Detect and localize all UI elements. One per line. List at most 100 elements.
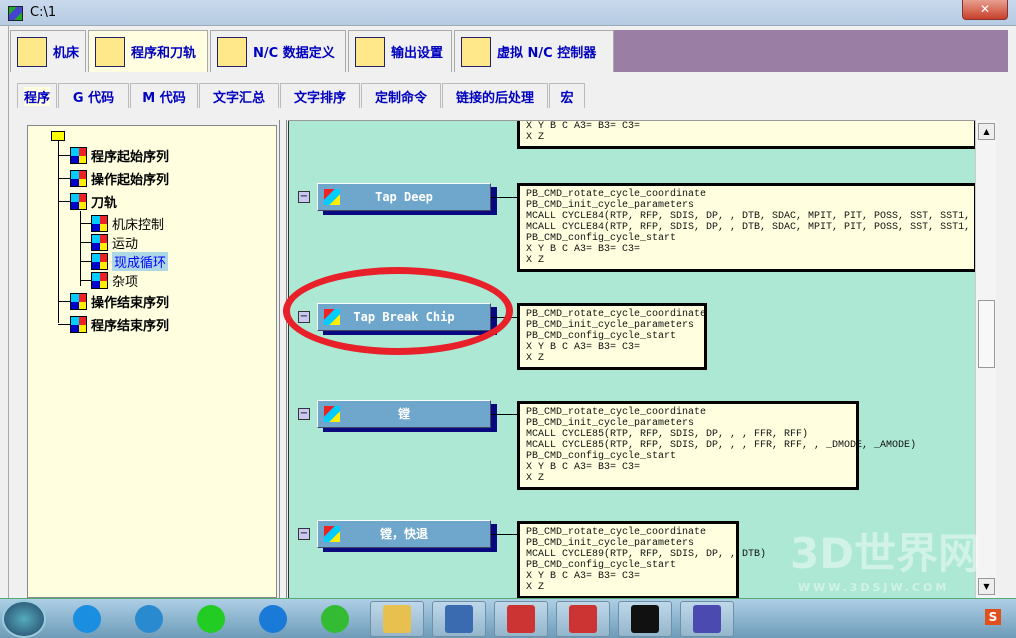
- sequence-cube-icon: [70, 193, 87, 210]
- baidu-cloud-icon: [135, 605, 163, 633]
- blocks-icon: [324, 189, 340, 205]
- subtab-label: 宏: [560, 90, 574, 106]
- ime-icon[interactable]: S: [985, 609, 1001, 625]
- scroll-down-button[interactable]: ▼: [978, 578, 995, 595]
- tree-item-label: 运动: [112, 237, 139, 252]
- sequence-tree: 程序起始序列 操作起始序列刀轨机床控制运动 现成循环杂项操作结束序列 程序结束序列: [27, 125, 277, 598]
- node-label: 镗，快退: [379, 527, 428, 541]
- tree-item-label: 机床控制: [112, 218, 165, 233]
- iqiyi-icon: [197, 605, 225, 633]
- sequence-cube-icon: [91, 253, 108, 270]
- tree-item[interactable]: 机床控制: [80, 214, 165, 233]
- watermark: 3D世界网 WWW.3DSJW.COM: [740, 520, 980, 594]
- subtab-label: M 代码: [142, 90, 186, 106]
- cycle-node-button[interactable]: 镗，快退: [317, 520, 491, 548]
- sequence-cube-icon: [91, 215, 108, 232]
- node-label: Tap Deep: [375, 190, 433, 204]
- subtab-m-code[interactable]: M 代码: [130, 83, 198, 108]
- postbuilder-icon: [693, 605, 721, 633]
- network-icon: [445, 605, 473, 633]
- collapse-toggle[interactable]: −: [298, 191, 310, 203]
- taskbar-cmd-button[interactable]: [618, 601, 672, 637]
- program-icon: [95, 36, 125, 67]
- tree-item[interactable]: 程序起始序列: [58, 146, 169, 165]
- tree-item-label: 现成循环: [112, 252, 169, 271]
- tab-label: N/C 数据定义: [253, 46, 335, 61]
- subtab-label: 链接的后处理: [455, 90, 534, 106]
- tree-item[interactable]: 杂项: [80, 271, 139, 290]
- close-button[interactable]: ✕: [962, 0, 1008, 20]
- subtab-macro[interactable]: 宏: [549, 83, 585, 108]
- subtab-label: 文字汇总: [212, 90, 265, 106]
- sequence-cube-icon: [70, 147, 87, 164]
- taskbar-kugou-button[interactable]: [246, 601, 300, 637]
- nc-data-icon: [217, 36, 247, 67]
- tab-machine[interactable]: 机床: [10, 30, 86, 72]
- tree-item[interactable]: 操作结束序列: [58, 292, 170, 311]
- tree-item[interactable]: 刀轨: [58, 192, 118, 211]
- collapse-toggle[interactable]: −: [298, 528, 310, 540]
- start-button[interactable]: [2, 600, 46, 638]
- subtab-label: 定制命令: [374, 90, 427, 106]
- tree-item-label: 杂项: [112, 275, 139, 290]
- node-label: 镗: [397, 407, 410, 421]
- taskbar-baidu-cloud-button[interactable]: [122, 601, 176, 637]
- blocks-icon: [324, 526, 340, 542]
- taskbar-ie-button[interactable]: [60, 601, 114, 637]
- tree-item-label: 刀轨: [91, 196, 118, 211]
- code-block[interactable]: PB_CMD_rotate_cycle_coordinate PB_CMD_in…: [517, 303, 707, 370]
- taskbar-network-button[interactable]: [432, 601, 486, 637]
- subtab-label: G 代码: [72, 90, 115, 106]
- taskbar-iqiyi-button[interactable]: [184, 601, 238, 637]
- taskbar-postbuilder-button[interactable]: [680, 601, 734, 637]
- blocks-icon: [324, 406, 340, 422]
- scroll-up-button[interactable]: ▲: [978, 123, 995, 140]
- subtab-g-code[interactable]: G 代码: [58, 83, 129, 108]
- code-block[interactable]: PB_CMD_rotate_cycle_coordinate PB_CMD_in…: [517, 183, 975, 272]
- watermark-text: 3D世界网: [790, 529, 981, 578]
- watermark-url: WWW.3DSJW.COM: [798, 581, 950, 594]
- tree-item[interactable]: 运动: [80, 233, 139, 252]
- cmd-icon: [631, 605, 659, 633]
- sequence-cube-icon: [91, 234, 108, 251]
- scroll-thumb[interactable]: [978, 300, 995, 368]
- kugou-icon: [259, 605, 287, 633]
- sequence-cube-icon: [91, 272, 108, 289]
- subtab-custom-command[interactable]: 定制命令: [361, 83, 441, 108]
- subtab-program[interactable]: 程序: [17, 83, 57, 108]
- collapse-toggle[interactable]: −: [298, 408, 310, 420]
- cycle-node-button[interactable]: 镗: [317, 400, 491, 428]
- tab-label: 虚拟 N/C 控制器: [497, 46, 597, 61]
- folder-icon: [51, 131, 65, 141]
- tab-virtual-nc[interactable]: 虚拟 N/C 控制器: [454, 30, 614, 72]
- splitter-handle[interactable]: [279, 120, 287, 598]
- taskbar-nx-button[interactable]: [556, 601, 610, 637]
- sequence-cube-icon: [70, 170, 87, 187]
- tab-nc-data[interactable]: N/C 数据定义: [210, 30, 346, 72]
- tree-item[interactable]: 程序结束序列: [58, 315, 170, 334]
- subtab-linked-post[interactable]: 链接的后处理: [442, 83, 548, 108]
- red-highlight-circle: [283, 267, 513, 355]
- tab-label: 机床: [53, 46, 80, 61]
- machine-icon: [17, 36, 47, 67]
- tree-item-label: 程序结束序列: [91, 319, 170, 334]
- tab-output-settings[interactable]: 输出设置: [348, 30, 452, 72]
- tree-item-label: 操作结束序列: [91, 296, 170, 311]
- tree-item[interactable]: 现成循环: [80, 252, 169, 271]
- code-block[interactable]: PB_CMD_rotate_cycle_coordinate PB_CMD_in…: [517, 521, 766, 598]
- code-block[interactable]: PB_CMD_rotate_cycle_coordinate PB_CMD_in…: [517, 401, 916, 490]
- cycle-node-button[interactable]: Tap Deep: [317, 183, 491, 211]
- window-title: C:\1: [30, 5, 57, 20]
- tab-label: 输出设置: [391, 46, 444, 61]
- taskbar-refresh-button[interactable]: [308, 601, 362, 637]
- subtab-word-summary[interactable]: 文字汇总: [199, 83, 279, 108]
- tree-item[interactable]: 操作起始序列: [58, 169, 169, 188]
- subtab-label: 程序: [23, 86, 50, 106]
- tab-program-toolpath[interactable]: 程序和刀轨: [88, 30, 208, 72]
- taskbar-explorer-button[interactable]: [370, 601, 424, 637]
- subtab-word-sequence[interactable]: 文字排序: [280, 83, 360, 108]
- taskbar-nx-button[interactable]: [494, 601, 548, 637]
- sequence-cube-icon: [70, 293, 87, 310]
- app-icon: [8, 6, 23, 21]
- taskbar: S: [0, 598, 1016, 638]
